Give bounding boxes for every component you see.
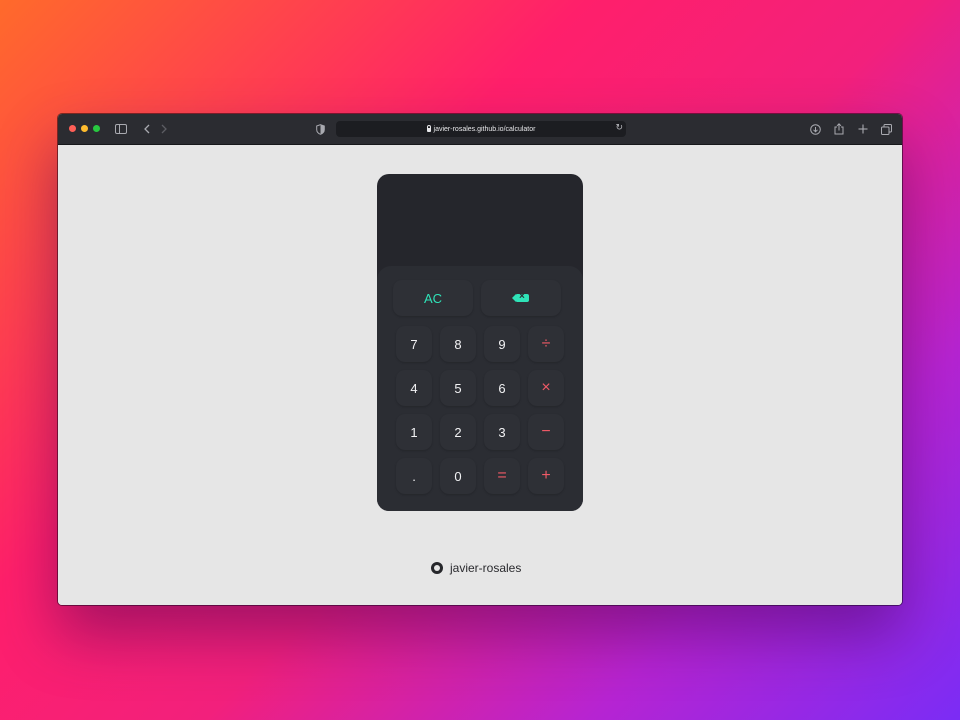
plus-icon[interactable]	[856, 121, 870, 137]
download-icon[interactable]	[808, 121, 822, 137]
close-window-button[interactable]	[69, 125, 76, 132]
key-6[interactable]: 6	[484, 370, 520, 406]
key-5[interactable]: 5	[440, 370, 476, 406]
page-content: AC 7 8 9 ÷ 4 5 6 × 1 2 3 − . 0 =	[58, 145, 902, 605]
sidebar-icon[interactable]	[114, 121, 128, 137]
address-bar-url: javier-rosales.github.io/calculator	[433, 125, 536, 133]
github-username: javier-rosales	[450, 561, 522, 575]
zoom-window-button[interactable]	[93, 125, 100, 132]
divide-label: ÷	[541, 335, 551, 352]
subtract-button[interactable]: −	[528, 414, 564, 450]
key-2-label: 2	[454, 424, 462, 440]
key-3[interactable]: 3	[484, 414, 520, 450]
browser-toolbar: javier-rosales.github.io/calculator ↻	[58, 114, 902, 145]
share-icon[interactable]	[832, 121, 846, 137]
decimal-button[interactable]: .	[396, 458, 432, 494]
shield-icon[interactable]	[314, 121, 326, 137]
minimize-window-button[interactable]	[81, 125, 88, 132]
divide-button[interactable]: ÷	[528, 326, 564, 362]
add-button[interactable]: +	[528, 458, 564, 494]
multiply-button[interactable]: ×	[528, 370, 564, 406]
tabs-overview-icon[interactable]	[879, 121, 893, 137]
calculator-keypad: AC 7 8 9 ÷ 4 5 6 × 1 2 3 − . 0 =	[377, 266, 583, 511]
key-5-label: 5	[454, 380, 462, 396]
address-bar[interactable]: javier-rosales.github.io/calculator ↻	[336, 121, 626, 137]
add-label: +	[541, 467, 551, 484]
clear-button-label: AC	[423, 290, 443, 306]
backspace-button[interactable]	[481, 280, 561, 316]
key-8[interactable]: 8	[440, 326, 476, 362]
browser-window: javier-rosales.github.io/calculator ↻ AC	[58, 114, 902, 605]
clear-button[interactable]: AC	[393, 280, 473, 316]
key-0[interactable]: 0	[440, 458, 476, 494]
key-0-label: 0	[454, 468, 462, 484]
key-1[interactable]: 1	[396, 414, 432, 450]
subtract-label: −	[541, 423, 551, 440]
key-1-label: 1	[410, 424, 418, 440]
github-link[interactable]: javier-rosales	[431, 560, 521, 576]
lock-icon	[426, 125, 432, 132]
multiply-label: ×	[541, 379, 551, 396]
equals-label: =	[497, 467, 507, 484]
decimal-label: .	[412, 468, 416, 484]
backspace-icon	[512, 291, 529, 302]
chevron-left-icon[interactable]	[140, 121, 152, 137]
key-9[interactable]: 9	[484, 326, 520, 362]
github-icon	[431, 562, 443, 574]
key-6-label: 6	[498, 380, 506, 396]
calculator: AC 7 8 9 ÷ 4 5 6 × 1 2 3 − . 0 =	[377, 174, 583, 511]
reload-icon[interactable]: ↻	[615, 122, 623, 133]
key-3-label: 3	[498, 424, 506, 440]
key-2[interactable]: 2	[440, 414, 476, 450]
key-4[interactable]: 4	[396, 370, 432, 406]
key-4-label: 4	[410, 380, 418, 396]
key-8-label: 8	[454, 336, 462, 352]
calculator-display	[377, 174, 583, 266]
key-7-label: 7	[410, 336, 418, 352]
chevron-right-icon[interactable]	[158, 121, 170, 137]
equals-button[interactable]: =	[484, 458, 520, 494]
key-7[interactable]: 7	[396, 326, 432, 362]
key-9-label: 9	[498, 336, 506, 352]
